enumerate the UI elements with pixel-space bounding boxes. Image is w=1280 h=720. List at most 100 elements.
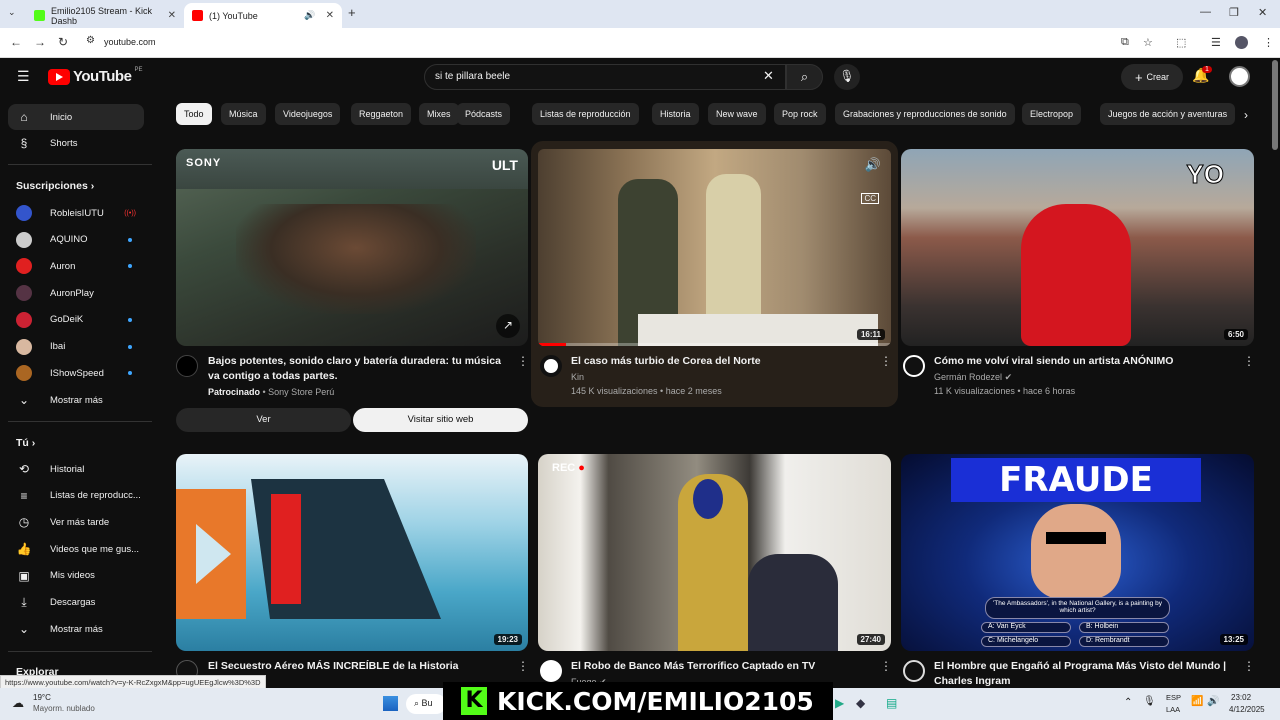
subscriptions-heading[interactable]: Suscripciones › [16, 180, 94, 192]
more-options-icon[interactable]: ⋮ [1243, 354, 1255, 368]
video-title[interactable]: El Secuestro Aéreo MÁS INCREÍBLE de la H… [208, 659, 508, 674]
volume-tray-icon[interactable]: 🔊 [1207, 696, 1219, 707]
video-title[interactable]: El caso más turbio de Corea del Norte [571, 354, 871, 369]
sidebar-item-chevron-down[interactable]: ⌄ Mostrar más [8, 616, 144, 642]
more-options-icon[interactable]: ⋮ [1243, 659, 1255, 673]
chip-6[interactable]: Listas de reproducción [532, 103, 639, 125]
ad-thumbnail[interactable]: SONY ULT ↗ [176, 149, 528, 346]
clock-time[interactable]: 23:02 [1231, 693, 1251, 702]
volume-icon[interactable]: 🔊 [865, 157, 881, 173]
sidebar-item-watch-later[interactable]: ◷ Ver más tarde [8, 509, 144, 535]
captions-icon[interactable]: CC [861, 193, 879, 204]
chip-11[interactable]: Electropop [1022, 103, 1082, 125]
taskbar-app-icon[interactable]: ▤ [886, 696, 897, 710]
video-title[interactable]: El Robo de Banco Más Terrorífico Captado… [571, 659, 871, 674]
chip-10[interactable]: Grabaciones y reproducciones de sonido [835, 103, 1015, 125]
more-options-icon[interactable]: ⋮ [517, 659, 529, 673]
channel-name[interactable]: Germán Rodezel ✔ [934, 370, 1012, 384]
account-avatar[interactable] [1229, 66, 1250, 87]
more-options-icon[interactable]: ⋮ [880, 659, 892, 673]
video-title[interactable]: Cómo me volví viral siendo un artista AN… [934, 354, 1234, 369]
bookmark-star-icon[interactable]: ☆ [1143, 36, 1153, 49]
sidebar-item-history[interactable]: ⟲ Historial [8, 456, 144, 482]
fuego-channel-avatar[interactable] [540, 660, 562, 682]
tab-close-icon[interactable]: ✕ [168, 10, 176, 21]
tray-chevron-icon[interactable]: ⌃ [1124, 697, 1132, 708]
taskbar-app-icon[interactable]: ◆ [856, 696, 865, 710]
chip-3[interactable]: Reggaeton [351, 103, 412, 125]
window-close-icon[interactable]: ✕ [1258, 6, 1267, 19]
video-title[interactable]: El Hombre que Engañó al Programa Más Vis… [934, 659, 1234, 688]
sidebar-item-download[interactable]: ⤓ Descargas [8, 590, 144, 616]
chips-next-icon[interactable]: › [1244, 108, 1248, 122]
chip-7[interactable]: Historia [652, 103, 699, 125]
site-info-icon[interactable]: ⚙ [86, 35, 95, 46]
maximize-icon[interactable]: ❐ [1229, 6, 1239, 19]
sidebar-subscription-auron[interactable]: Auron [8, 253, 144, 279]
chip-2[interactable]: Videojuegos [275, 103, 341, 125]
weather-icon[interactable]: ☁ [12, 696, 24, 710]
taskbar-search[interactable]: ⌕ Bu [406, 694, 446, 714]
windows-start-icon[interactable] [383, 696, 398, 711]
sidebar-subscription-ibai[interactable]: Ibai [8, 334, 144, 360]
video-thumbnail[interactable]: 19:23 [176, 454, 528, 651]
voice-search-button[interactable]: 🎙 [834, 64, 860, 90]
sidebar-show-more[interactable]: ⌄ Mostrar más [8, 387, 144, 413]
channel-name[interactable]: Kin [571, 370, 584, 384]
search-input[interactable]: si te pillara beele [424, 64, 786, 90]
more-options-icon[interactable]: ⋮ [880, 354, 892, 368]
browser-menu-icon[interactable]: ⋮ [1263, 36, 1274, 49]
page-scrollbar[interactable] [1272, 60, 1278, 150]
weather-desc[interactable]: Mayorm. nublado [33, 704, 95, 713]
channel-avatar[interactable] [903, 660, 925, 682]
new-tab-icon[interactable]: + [348, 5, 356, 20]
video-thumbnail[interactable]: FRAUDE 'The Ambassadors', in the Nationa… [901, 454, 1254, 651]
taskbar-app-icon[interactable]: ▶ [835, 696, 844, 710]
back-icon[interactable]: ← [10, 35, 22, 49]
external-link-icon[interactable]: ↗ [496, 314, 520, 338]
reading-list-icon[interactable]: ☰ [1211, 36, 1221, 49]
video-title[interactable]: Bajos potentes, sonido claro y batería d… [208, 354, 508, 384]
tab-search-icon[interactable]: ⌄ [8, 7, 16, 18]
ver-button[interactable]: Ver [176, 408, 351, 432]
tab-close-icon[interactable]: ✕ [326, 10, 334, 21]
clear-search-icon[interactable]: ✕ [763, 68, 774, 84]
tray-mic-icon[interactable]: 🎙 [1143, 696, 1156, 707]
language-indicator[interactable]: ESP [1166, 693, 1181, 702]
sidebar-subscription-aquino[interactable]: AQUINO [8, 227, 144, 253]
video-thumbnail[interactable]: REC ● 27:40 [538, 454, 891, 651]
chip-1[interactable]: Música [221, 103, 266, 125]
video-thumbnail[interactable]: 🔊 CC 16:11 [538, 149, 891, 346]
sony-channel-avatar[interactable] [176, 355, 198, 377]
reload-icon[interactable]: ↻ [58, 35, 68, 49]
video-thumbnail[interactable]: YO 6:50 [901, 149, 1254, 346]
clock-date[interactable]: 4/12/2025 [1229, 705, 1265, 714]
chip-0[interactable]: Todo [176, 103, 212, 125]
youtube-logo[interactable]: YouTube PE [48, 67, 142, 85]
you-heading[interactable]: Tú › [16, 437, 35, 449]
progress-bar[interactable] [538, 343, 891, 346]
chip-5[interactable]: Pódcasts [457, 103, 511, 125]
sidebar-item-playlists[interactable]: ≡ Listas de reproducc... [8, 483, 144, 509]
chip-9[interactable]: Pop rock [774, 103, 826, 125]
kin-channel-avatar[interactable] [540, 355, 562, 377]
forward-icon[interactable]: → [34, 35, 46, 49]
url-field[interactable]: youtube.com [104, 37, 156, 47]
sidebar-item-my-videos[interactable]: ▣ Mis videos [8, 563, 144, 589]
chip-12[interactable]: Juegos de acción y aventuras [1100, 103, 1236, 125]
profile-avatar[interactable] [1235, 36, 1248, 49]
minimize-icon[interactable]: — [1200, 6, 1211, 18]
sidebar-subscription-godeik[interactable]: GoDeiK [8, 307, 144, 333]
german-channel-avatar[interactable] [903, 355, 925, 377]
search-button[interactable]: ⌕ [786, 64, 823, 90]
wifi-icon[interactable]: 📶 [1191, 696, 1203, 707]
weather-temp[interactable]: 19°C [33, 693, 51, 702]
sidebar-subscription-ishowspeed[interactable]: IShowSpeed [8, 360, 144, 386]
tab-kick[interactable]: Emilio2105 Stream - Kick Dashb ✕ [26, 3, 184, 28]
sidebar-item-inicio[interactable]: ⌂ Inicio [8, 104, 144, 130]
extensions-icon[interactable]: ⬚ [1176, 36, 1186, 49]
sidebar-subscription-auronplay[interactable]: AuronPlay [8, 280, 144, 306]
tab-youtube[interactable]: (1) YouTube 🔊 ✕ [184, 3, 342, 28]
visit-site-button[interactable]: Visitar sitio web [353, 408, 528, 432]
language-sub[interactable]: LAA [1166, 705, 1180, 714]
